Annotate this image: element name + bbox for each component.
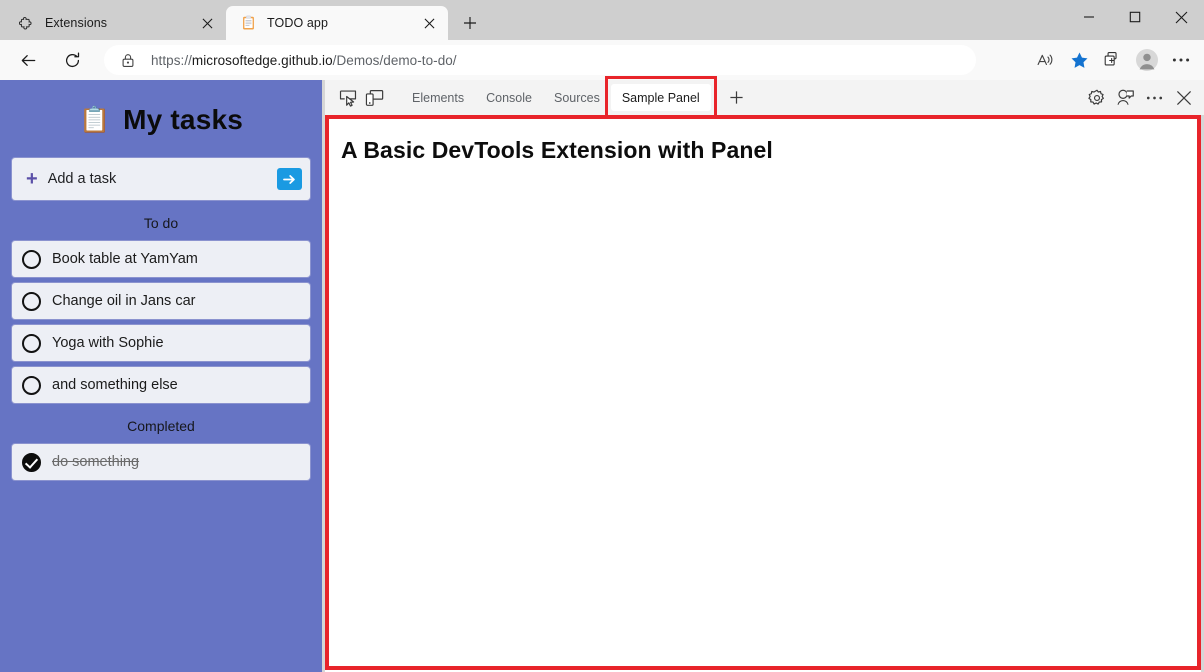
title-bar: Extensions — [0, 0, 1204, 40]
browser-toolbar: https://microsoftedge.github.io/Demos/de… — [0, 40, 1204, 80]
web-page-viewport: 📋 My tasks + Add a task To do — [0, 80, 322, 672]
minimize-button[interactable] — [1066, 0, 1112, 34]
task-checkbox-icon[interactable] — [22, 250, 41, 269]
address-bar[interactable]: https://microsoftedge.github.io/Demos/de… — [104, 45, 976, 75]
new-tab-button[interactable] — [453, 8, 487, 38]
back-arrow-icon — [19, 51, 38, 70]
devtools: Elements Console Sources Sample Panel — [325, 80, 1204, 672]
section-label-todo: To do — [11, 215, 311, 231]
clipboard-icon — [240, 15, 257, 32]
devtools-tab-sample-panel[interactable]: Sample Panel — [611, 84, 711, 111]
feedback-icon[interactable] — [1111, 83, 1140, 112]
more-options-icon[interactable] — [1164, 44, 1198, 76]
plus-icon: + — [26, 169, 38, 189]
devtools-panel-content: A Basic DevTools Extension with Panel — [325, 115, 1201, 670]
devtools-tab-sources[interactable]: Sources — [543, 84, 611, 111]
task-item[interactable]: Book table at YamYam — [11, 240, 311, 278]
more-tools-icon[interactable] — [1140, 83, 1169, 112]
clipboard-emoji-icon: 📋 — [79, 108, 110, 133]
browser-tab-todo-app[interactable]: TODO app — [226, 6, 448, 40]
task-item[interactable]: Change oil in Jans car — [11, 282, 311, 320]
task-label: Book table at YamYam — [52, 251, 198, 267]
browser-tab-extensions[interactable]: Extensions — [4, 6, 226, 40]
window-controls — [1066, 0, 1204, 40]
tab-title: Extensions — [45, 15, 196, 31]
maximize-icon — [1129, 11, 1141, 23]
device-emulation-icon[interactable] — [361, 84, 388, 111]
devtools-tab-bar: Elements Console Sources Sample Panel — [325, 80, 1204, 115]
add-task-submit-button[interactable] — [277, 168, 302, 190]
puzzle-piece-icon — [18, 15, 35, 32]
devtools-toolbar-actions — [1082, 83, 1198, 112]
read-aloud-icon[interactable] — [1028, 44, 1062, 76]
plus-icon — [463, 16, 477, 30]
page-area: 📋 My tasks + Add a task To do — [0, 80, 1204, 672]
panel-heading: A Basic DevTools Extension with Panel — [341, 137, 1197, 164]
maximize-button[interactable] — [1112, 0, 1158, 34]
favorite-star-icon[interactable] — [1062, 44, 1096, 76]
tab-strip: Extensions — [4, 6, 487, 40]
add-task-row[interactable]: + Add a task — [11, 157, 311, 201]
settings-gear-icon[interactable] — [1082, 83, 1111, 112]
browser-window: Extensions — [0, 0, 1204, 672]
toolbar-actions — [1028, 44, 1198, 76]
back-button[interactable] — [12, 44, 44, 76]
devtools-tab-elements[interactable]: Elements — [401, 84, 475, 111]
collections-icon[interactable] — [1096, 44, 1130, 76]
task-label: Yoga with Sophie — [52, 335, 164, 351]
devtools-tab-sample-panel-wrapper: Sample Panel — [611, 84, 711, 111]
minimize-icon — [1083, 11, 1095, 23]
profile-avatar-icon[interactable] — [1130, 44, 1164, 76]
task-label: do something — [52, 454, 139, 470]
refresh-icon — [63, 51, 82, 70]
task-checkbox-checked-icon[interactable] — [22, 453, 41, 472]
task-label: and something else — [52, 377, 178, 393]
task-checkbox-icon[interactable] — [22, 376, 41, 395]
arrow-right-icon — [283, 174, 296, 185]
task-item-completed[interactable]: do something — [11, 443, 311, 481]
close-devtools-icon[interactable] — [1169, 83, 1198, 112]
url-scheme: https:// — [151, 53, 192, 68]
url-host: microsoftedge.github.io — [192, 53, 333, 68]
todo-list: + Add a task To do Book table at YamYam — [11, 157, 311, 481]
task-item[interactable]: and something else — [11, 366, 311, 404]
close-icon[interactable] — [196, 12, 218, 34]
refresh-button[interactable] — [56, 44, 88, 76]
task-item[interactable]: Yoga with Sophie — [11, 324, 311, 362]
close-window-button[interactable] — [1158, 0, 1204, 34]
add-task-input[interactable]: Add a task — [48, 171, 277, 187]
task-checkbox-icon[interactable] — [22, 334, 41, 353]
address-bar-text: https://microsoftedge.github.io/Demos/de… — [151, 53, 457, 68]
task-label: Change oil in Jans car — [52, 293, 195, 309]
devtools-tab-console[interactable]: Console — [475, 84, 543, 111]
app-header: 📋 My tasks — [0, 104, 322, 136]
lock-icon — [119, 51, 137, 69]
close-icon[interactable] — [418, 12, 440, 34]
url-path: /Demos/demo-to-do/ — [333, 53, 457, 68]
page-title: My tasks — [123, 104, 243, 136]
close-icon — [1175, 11, 1188, 24]
tab-title: TODO app — [267, 15, 418, 31]
inspect-element-icon[interactable] — [334, 84, 361, 111]
section-label-completed: Completed — [11, 418, 311, 434]
plus-icon — [729, 90, 744, 105]
more-tabs-button[interactable] — [723, 84, 751, 112]
task-checkbox-icon[interactable] — [22, 292, 41, 311]
